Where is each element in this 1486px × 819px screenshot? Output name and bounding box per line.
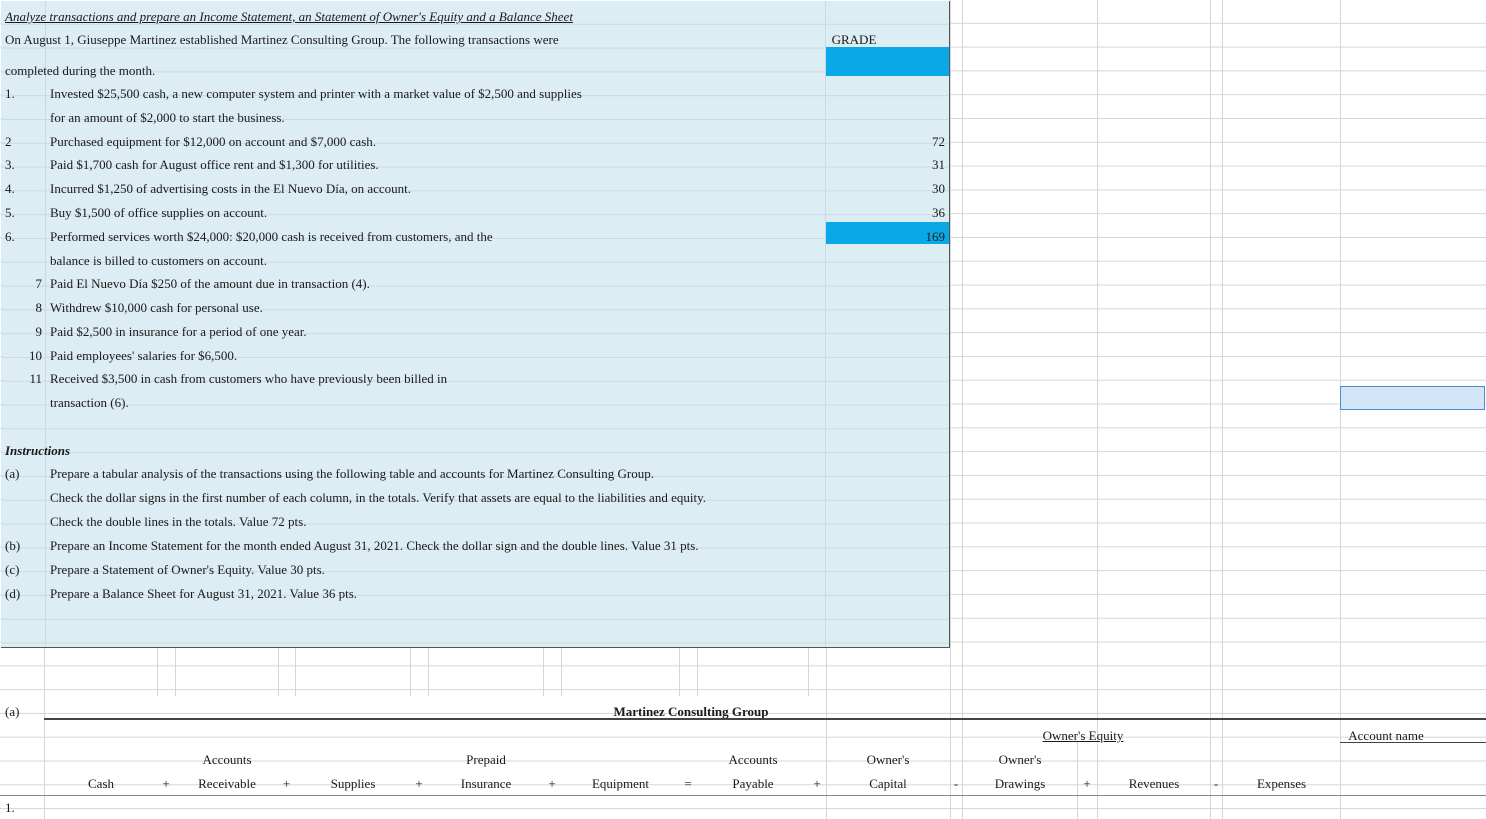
header-capital-top: Owner's <box>866 752 910 767</box>
column-line <box>1077 742 1078 819</box>
section-label: (a) <box>5 704 20 719</box>
transaction-text: balance is billed to customers on accoun… <box>50 253 267 268</box>
column-line <box>679 648 680 696</box>
instruction-text: Prepare an Income Statement for the mont… <box>50 538 699 553</box>
header-drawings-top: Owner's <box>998 752 1042 767</box>
instruction-text: Prepare a Statement of Owner's Equity. V… <box>50 562 325 577</box>
transaction-text: Received $3,500 in cash from customers w… <box>50 371 448 386</box>
header-expenses: Expenses <box>1256 776 1307 791</box>
header-prepaid-bottom: Insurance <box>460 776 512 791</box>
column-line <box>962 0 963 819</box>
problem-title: Analyze transactions and prepare an Inco… <box>5 9 573 24</box>
instruction-text: Check the dollar signs in the first numb… <box>50 490 706 505</box>
column-line <box>950 0 951 819</box>
column-line <box>428 648 429 696</box>
header-ap-bottom: Payable <box>732 776 774 791</box>
instructions-heading: Instructions <box>5 443 71 458</box>
column-line <box>825 1 826 647</box>
intro-line: On August 1, Giuseppe Martinez establish… <box>5 32 559 47</box>
column-line <box>697 648 698 696</box>
transaction-number: 6. <box>5 229 15 244</box>
transaction-text: Invested $25,500 cash, a new computer sy… <box>50 86 582 101</box>
column-line <box>826 648 827 819</box>
header-ar-bottom: Receivable <box>198 776 256 791</box>
transaction-number: 7 <box>35 276 43 291</box>
grade-value: 30 <box>932 181 945 196</box>
operator-plus: + <box>548 776 556 791</box>
column-line <box>543 648 544 696</box>
header-ap-top: Accounts <box>728 752 778 767</box>
grade-label: GRADE <box>831 32 877 47</box>
grade-value: 31 <box>932 157 945 172</box>
header-capital-bottom: Capital <box>869 776 907 791</box>
grade-value: 36 <box>932 205 945 220</box>
transaction-text: Paid employees' salaries for $6,500. <box>50 348 238 363</box>
operator-plus: + <box>1083 776 1091 791</box>
instruction-number: (a) <box>5 466 20 481</box>
operator-minus: - <box>953 776 959 791</box>
intro-line: completed during the month. <box>5 63 156 78</box>
transaction-number: 4. <box>5 181 15 196</box>
transaction-text: Buy $1,500 of office supplies on account… <box>50 205 268 220</box>
instruction-text: Check the double lines in the totals. Va… <box>50 514 307 529</box>
grade-value: 72 <box>932 134 945 149</box>
operator-plus: + <box>282 776 291 791</box>
instruction-number: (d) <box>5 586 21 601</box>
row-number: 1. <box>5 800 15 815</box>
column-line <box>295 648 296 696</box>
header-rule <box>44 718 1486 720</box>
header-ar-top: Accounts <box>202 752 252 767</box>
instruction-text: Prepare a tabular analysis of the transa… <box>50 466 654 481</box>
transaction-number: 11 <box>29 371 42 386</box>
transaction-text: Withdrew $10,000 cash for personal use. <box>50 300 263 315</box>
owners-equity-label: Owner's Equity <box>1042 728 1124 743</box>
transaction-number: 2 <box>5 134 12 149</box>
column-line <box>1222 0 1223 819</box>
instruction-number: (b) <box>5 538 21 553</box>
selected-cell[interactable] <box>1340 386 1485 410</box>
header-prepaid-top: Prepaid <box>466 752 506 767</box>
header-supplies: Supplies <box>330 776 376 791</box>
column-line <box>44 648 45 819</box>
header-cash: Cash <box>88 776 114 791</box>
column-line <box>561 648 562 696</box>
transaction-number: 1. <box>5 86 15 101</box>
transaction-text: Paid $1,700 cash for August office rent … <box>50 157 379 172</box>
column-line <box>175 648 176 696</box>
transaction-number: 8 <box>35 300 43 315</box>
header-revenues: Revenues <box>1128 776 1180 791</box>
transaction-number: 10 <box>29 348 42 363</box>
header-rule <box>0 795 1486 796</box>
column-line <box>1210 0 1211 819</box>
operator-plus: + <box>415 776 423 791</box>
header-equipment: Equipment <box>591 776 650 791</box>
grade-cell[interactable] <box>826 47 949 76</box>
header-drawings-bottom: Drawings <box>994 776 1046 791</box>
operator-plus: + <box>813 776 821 791</box>
operator-equals: = <box>684 776 692 791</box>
operator-minus: - <box>1213 776 1219 791</box>
transaction-number: 3. <box>5 157 15 172</box>
transaction-text: Paid El Nuevo Día $250 of the amount due… <box>50 276 370 291</box>
column-line <box>808 648 809 696</box>
column-line <box>157 648 158 696</box>
instruction-text: Prepare a Balance Sheet for August 31, 2… <box>50 586 357 601</box>
transaction-number: 9 <box>35 324 43 339</box>
grade-total: 169 <box>925 229 946 244</box>
transaction-text: for an amount of $2,000 to start the bus… <box>50 110 285 125</box>
transaction-number: 5. <box>5 205 15 220</box>
instruction-number: (c) <box>5 562 20 577</box>
transaction-text: Purchased equipment for $12,000 on accou… <box>50 134 377 149</box>
transaction-text: Paid $2,500 in insurance for a period of… <box>50 324 307 339</box>
transaction-text: Incurred $1,250 of advertising costs in … <box>50 181 412 196</box>
column-line <box>45 1 46 647</box>
transaction-text: transaction (6). <box>50 395 129 410</box>
transaction-text: Performed services worth $24,000: $20,00… <box>50 229 493 244</box>
header-rule <box>1340 742 1486 743</box>
column-line <box>278 648 279 696</box>
column-line <box>410 648 411 696</box>
column-line <box>1097 0 1098 819</box>
operator-plus: + <box>162 776 170 791</box>
